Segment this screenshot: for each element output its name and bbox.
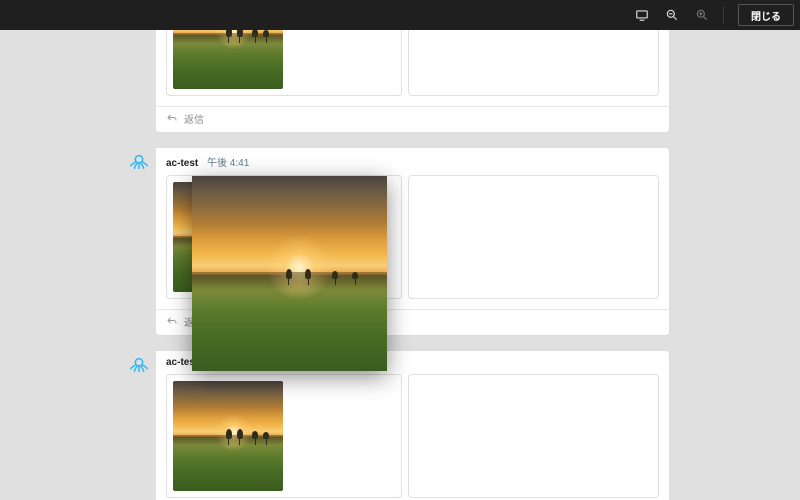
- attachment-column: [166, 374, 402, 498]
- reply-arrow-icon: [166, 113, 178, 125]
- reply-label: 返信: [184, 111, 204, 126]
- attachment-column-empty: [408, 175, 659, 299]
- image-viewer-toolbar: 閉じる: [0, 0, 800, 30]
- image-thumbnail[interactable]: [173, 30, 283, 89]
- message-username: ac-test: [166, 158, 198, 169]
- attachment-column: [166, 30, 402, 96]
- message-header: ac-test 午後 4:41: [156, 148, 669, 169]
- reply-bar[interactable]: 返信: [156, 106, 669, 132]
- message-card: ac-test 返信: [156, 350, 670, 500]
- zoom-in-icon[interactable]: [689, 4, 715, 26]
- chat-scroll-area: 返信 ac-test 午後 4:41: [0, 30, 800, 500]
- image-preview: [192, 176, 387, 371]
- message-1: ac-test 午後 4:41 返信: [0, 147, 800, 336]
- attachment-column-empty: [408, 30, 659, 96]
- message-2: ac-test 返信: [0, 350, 800, 500]
- avatar[interactable]: [128, 354, 150, 376]
- close-button[interactable]: 閉じる: [738, 4, 794, 26]
- toolbar-separator: [723, 6, 724, 24]
- message-time: 午後 4:41: [207, 158, 249, 169]
- message-card: 返信: [156, 30, 670, 133]
- attachment-column-empty: [408, 374, 659, 498]
- close-button-label: 閉じる: [751, 8, 781, 23]
- message-body: [156, 368, 669, 500]
- screen-icon[interactable]: [629, 4, 655, 26]
- image-preview-overlay[interactable]: [192, 176, 387, 371]
- message-0: 返信: [0, 30, 800, 133]
- image-thumbnail[interactable]: [173, 381, 283, 491]
- reply-arrow-icon: [166, 316, 178, 328]
- avatar[interactable]: [128, 151, 150, 173]
- message-body: [156, 30, 669, 106]
- zoom-out-icon[interactable]: [659, 4, 685, 26]
